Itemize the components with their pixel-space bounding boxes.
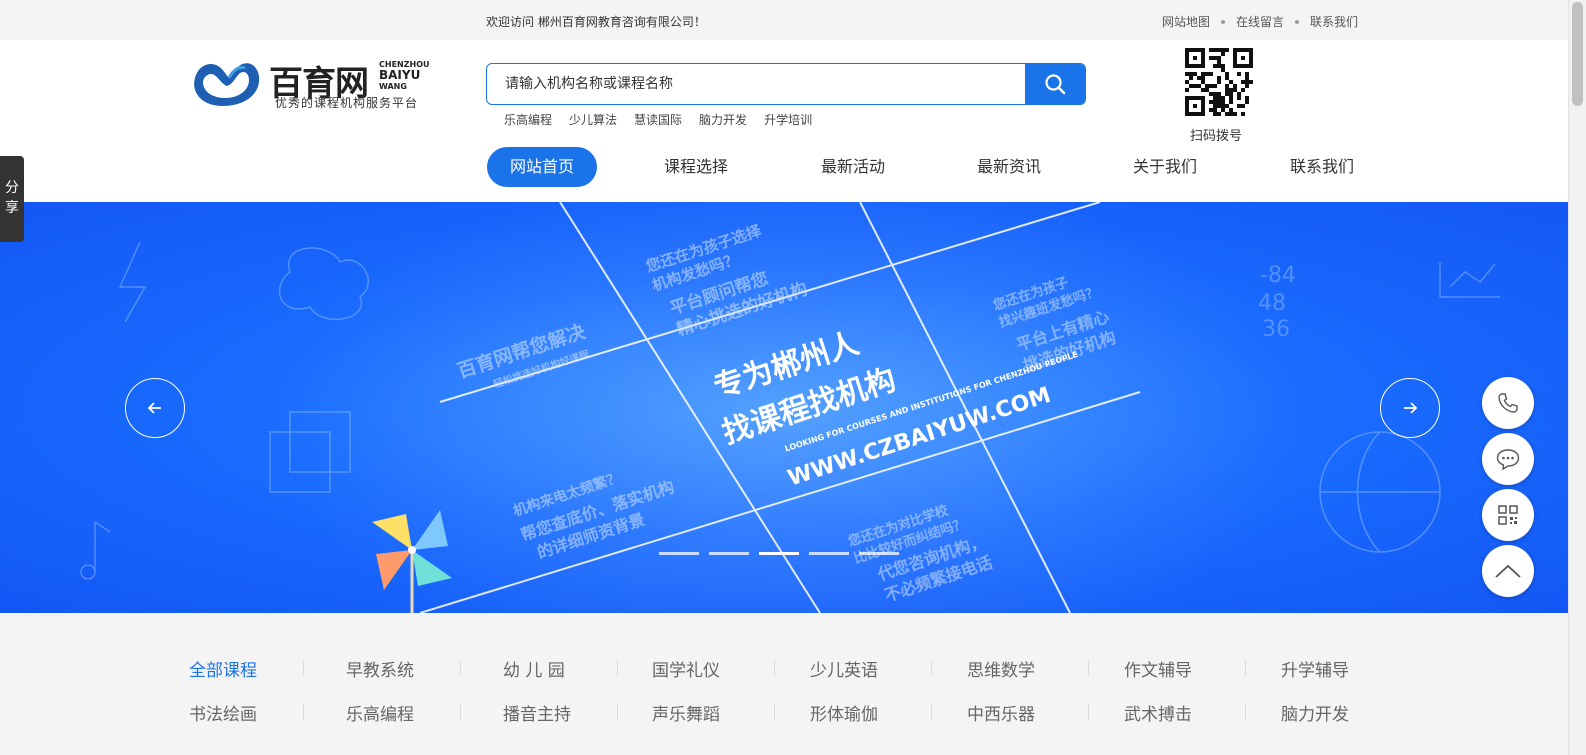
category-divider xyxy=(1088,660,1089,676)
category-link[interactable]: 播音主持 xyxy=(503,700,571,725)
message-link[interactable]: 在线留言 xyxy=(1236,13,1284,30)
top-bar: 欢迎访问 郴州百育网教育咨询有限公司！ 网站地图 在线留言 联系我们 xyxy=(0,0,1568,40)
category-link[interactable]: 升学辅导 xyxy=(1281,656,1349,681)
category-link[interactable]: 脑力开发 xyxy=(1281,700,1349,725)
nav-courses[interactable]: 课程选择 xyxy=(664,147,728,187)
category-link[interactable]: 形体瑜伽 xyxy=(810,700,878,725)
hotword-link[interactable]: 少儿算法 xyxy=(569,111,617,128)
top-links: 网站地图 在线留言 联系我们 xyxy=(1162,13,1358,30)
nav-home[interactable]: 网站首页 xyxy=(487,147,597,187)
category-link[interactable]: 国学礼仪 xyxy=(652,656,720,681)
scrollbar-thumb[interactable] xyxy=(1572,2,1583,106)
welcome-text: 欢迎访问 郴州百育网教育咨询有限公司！ xyxy=(486,15,706,29)
separator-dot xyxy=(1294,19,1299,24)
share-label: 分享 xyxy=(5,180,19,216)
category-link[interactable]: 书法绘画 xyxy=(189,700,257,725)
slide-indicator[interactable] xyxy=(809,552,849,555)
category-divider xyxy=(1245,704,1246,720)
qrcode-icon xyxy=(1498,505,1518,525)
category-link[interactable]: 武术搏击 xyxy=(1124,700,1192,725)
phone-button[interactable] xyxy=(1482,377,1534,429)
category-divider xyxy=(1245,660,1246,676)
contact-link[interactable]: 联系我们 xyxy=(1310,13,1358,30)
separator-dot xyxy=(1220,19,1225,24)
category-link[interactable]: 中西乐器 xyxy=(967,700,1035,725)
category-divider xyxy=(617,704,618,720)
svg-text:-84: -84 xyxy=(1260,263,1296,288)
category-divider xyxy=(774,660,775,676)
arrow-left-icon xyxy=(147,402,161,414)
qr-code-image xyxy=(1185,48,1253,116)
svg-text:36: 36 xyxy=(1262,317,1290,342)
category-divider xyxy=(931,704,932,720)
qr-label: 扫码拨号 xyxy=(1190,129,1243,144)
search-box xyxy=(486,63,1086,105)
hotword-link[interactable]: 乐高编程 xyxy=(504,111,552,128)
hot-keywords: 乐高编程 少儿算法 慧读国际 脑力开发 升学培训 xyxy=(504,111,812,128)
back-to-top-button[interactable] xyxy=(1482,545,1534,597)
nav-about[interactable]: 关于我们 xyxy=(1133,147,1197,187)
slide-indicator[interactable] xyxy=(859,552,899,555)
category-divider xyxy=(460,704,461,720)
category-row-2: 书法绘画 乐高编程 播音主持 声乐舞蹈 形体瑜伽 中西乐器 武术搏击 脑力开发 xyxy=(189,700,1379,725)
category-divider xyxy=(617,660,618,676)
arrow-right-icon xyxy=(1404,402,1418,414)
main-nav: 网站首页 课程选择 最新活动 最新资讯 关于我们 联系我们 xyxy=(486,147,1376,187)
category-divider xyxy=(303,704,304,720)
category-link[interactable]: 思维数学 xyxy=(967,656,1035,681)
sitemap-link[interactable]: 网站地图 xyxy=(1162,13,1210,30)
category-divider xyxy=(460,660,461,676)
hotword-link[interactable]: 升学培训 xyxy=(764,111,812,128)
hotword-link[interactable]: 脑力开发 xyxy=(699,111,747,128)
category-link[interactable]: 幼 儿 园 xyxy=(503,656,565,681)
slide-indicators xyxy=(659,552,899,555)
category-link[interactable]: 全部课程 xyxy=(189,656,257,681)
slide-indicator[interactable] xyxy=(709,552,749,555)
phone-icon xyxy=(1498,393,1518,413)
chat-icon xyxy=(1496,449,1520,471)
chat-button[interactable] xyxy=(1482,433,1534,485)
qrcode-button[interactable] xyxy=(1482,489,1534,541)
nav-news[interactable]: 最新资讯 xyxy=(977,147,1041,187)
category-divider xyxy=(303,660,304,676)
search-icon xyxy=(1045,74,1066,95)
logo-en-line: BAIYU xyxy=(379,68,421,82)
logo-mark-icon xyxy=(194,63,260,106)
nav-contact[interactable]: 联系我们 xyxy=(1290,147,1354,187)
category-link[interactable]: 少儿英语 xyxy=(810,656,878,681)
search-button[interactable] xyxy=(1025,64,1085,104)
category-row-1: 全部课程 早教系统 幼 儿 园 国学礼仪 少儿英语 思维数学 作文辅导 升学辅导 xyxy=(189,656,1379,681)
category-link[interactable]: 早教系统 xyxy=(346,656,414,681)
category-divider xyxy=(774,704,775,720)
banner-prev-button[interactable] xyxy=(125,378,185,438)
logo-slogan: 优秀的课程机构服务平台 xyxy=(275,96,419,110)
back-to-top-icon xyxy=(1495,564,1521,578)
page-scrollbar[interactable] xyxy=(1568,0,1586,755)
slide-indicator[interactable] xyxy=(759,552,799,555)
category-link[interactable]: 乐高编程 xyxy=(346,700,414,725)
share-tab[interactable]: 分享 xyxy=(0,156,24,242)
hero-banner: 您还在为孩子选择 机构发愁吗？ 平台顾问帮您 精心挑选的好机构 百育网帮您解决 … xyxy=(0,202,1568,613)
nav-activities[interactable]: 最新活动 xyxy=(821,147,885,187)
logo-english: CHENZHOU BAIYU WANG xyxy=(379,60,430,91)
category-divider xyxy=(931,660,932,676)
search-input[interactable] xyxy=(505,64,1015,104)
category-link[interactable]: 作文辅导 xyxy=(1124,656,1192,681)
category-divider xyxy=(1088,704,1089,720)
banner-next-button[interactable] xyxy=(1380,378,1440,438)
svg-text:48: 48 xyxy=(1258,291,1286,316)
hotword-link[interactable]: 慧读国际 xyxy=(634,111,682,128)
category-link[interactable]: 声乐舞蹈 xyxy=(652,700,720,725)
slide-indicator[interactable] xyxy=(659,552,699,555)
logo-en-line: WANG xyxy=(379,82,407,91)
site-logo[interactable]: 百育网 CHENZHOU BAIYU WANG 优秀的课程机构服务平台 xyxy=(189,56,430,112)
